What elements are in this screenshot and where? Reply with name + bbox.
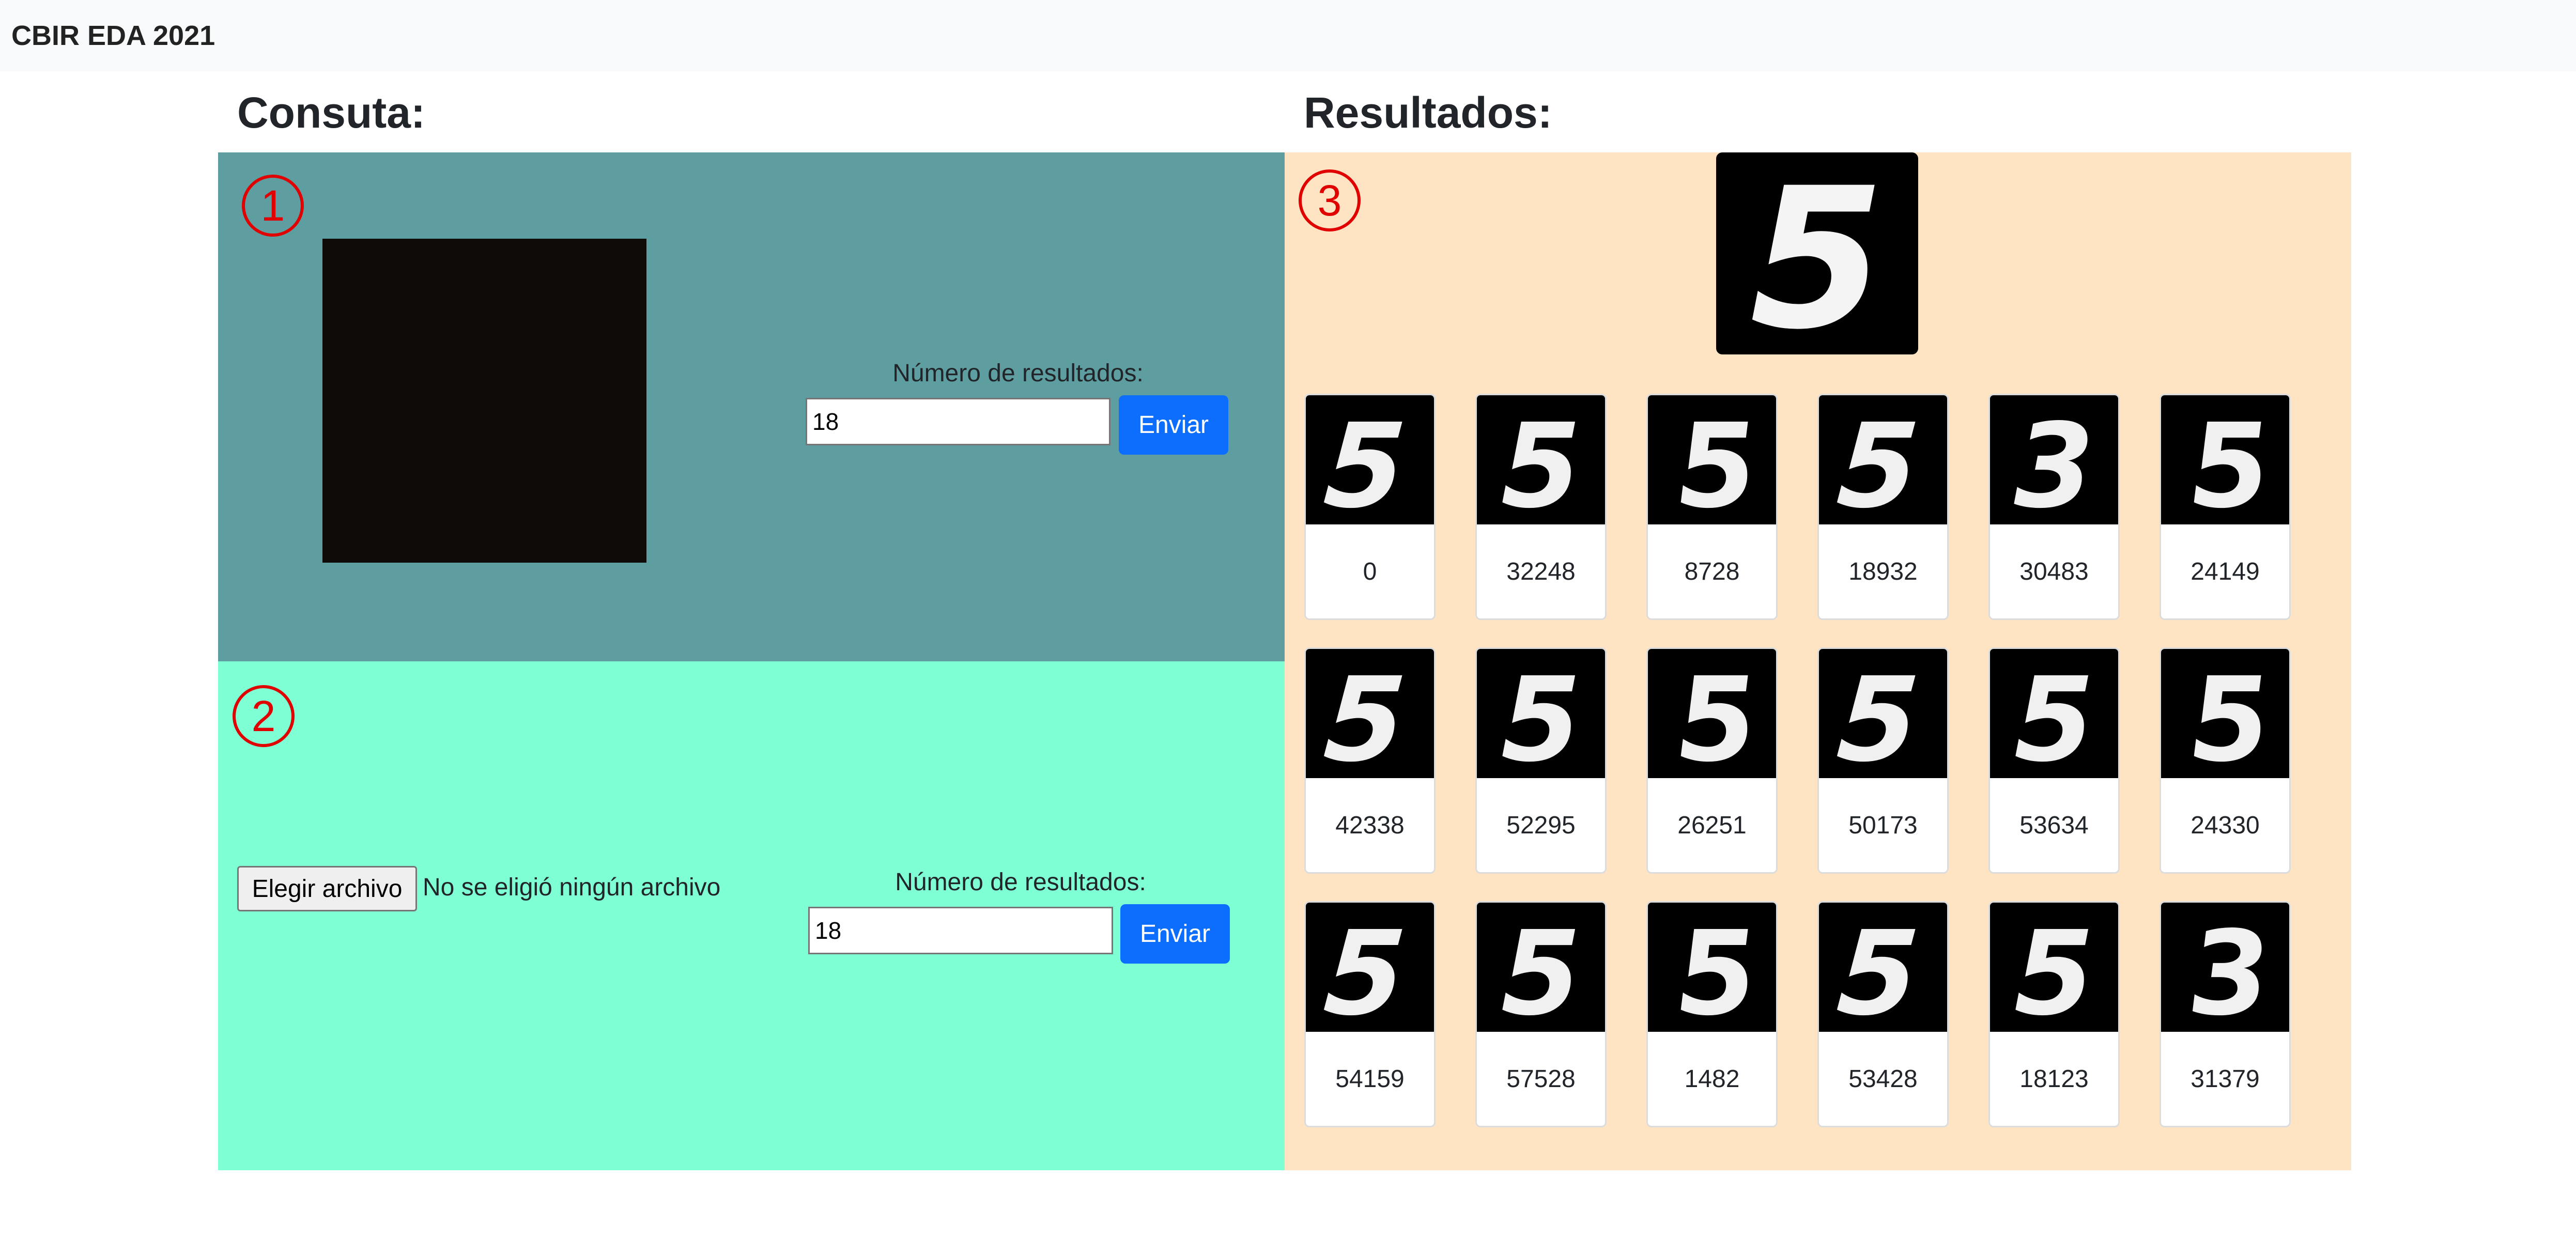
svg-text:5: 5: [2185, 398, 2275, 524]
result-card[interactable]: 5 52295: [1475, 647, 1607, 874]
result-id: 30483: [2019, 557, 2089, 585]
result-card[interactable]: 3 30483: [1988, 394, 2120, 620]
svg-text:5: 5: [1320, 652, 1410, 778]
result-thumbnail: 5: [1819, 649, 1947, 778]
result-thumbnail: 5: [1990, 903, 2118, 1032]
svg-text:5: 5: [1320, 398, 1410, 524]
result-id: 32248: [1506, 557, 1576, 585]
results-heading: Resultados:: [1304, 88, 1552, 137]
query-heading: Consuta:: [237, 88, 425, 137]
result-thumbnail: 5: [1819, 903, 1947, 1032]
result-thumbnail: 5: [1306, 395, 1434, 524]
result-thumbnail: 3: [2161, 903, 2289, 1032]
result-id: 57528: [1506, 1065, 1576, 1093]
svg-text:5: 5: [2014, 906, 2094, 1032]
marker-2: 2: [233, 685, 295, 747]
result-thumbnail: 5: [1990, 649, 2118, 778]
results-count-input[interactable]: [808, 907, 1113, 954]
result-id: 31379: [2191, 1065, 2260, 1093]
file-status-text: No se eligió ningún archivo: [423, 874, 721, 901]
choose-file-button[interactable]: Elegir archivo: [237, 866, 417, 911]
result-card[interactable]: 5 18932: [1817, 394, 1949, 620]
result-id: 42338: [1335, 811, 1405, 839]
svg-text:5: 5: [1672, 652, 1762, 778]
results-count-label: Número de resultados:: [895, 869, 1146, 896]
result-thumbnail: 5: [1306, 903, 1434, 1032]
result-card[interactable]: 5 24330: [2159, 647, 2291, 874]
result-id: 1482: [1684, 1065, 1740, 1093]
result-thumbnail: 5: [1477, 903, 1605, 1032]
results-count-input[interactable]: [806, 398, 1110, 445]
result-id: 26251: [1677, 811, 1747, 839]
result-card[interactable]: 5 57528: [1475, 901, 1607, 1127]
result-thumbnail: 5: [2161, 649, 2289, 778]
send-button[interactable]: Enviar: [1119, 395, 1228, 455]
result-thumbnail: 5: [2161, 395, 2289, 524]
result-id: 0: [1363, 557, 1377, 585]
result-id: 52295: [1506, 811, 1576, 839]
result-id: 18932: [1848, 557, 1918, 585]
svg-text:5: 5: [1833, 906, 1923, 1032]
svg-text:5: 5: [2014, 652, 2094, 778]
result-thumbnail: 5: [1477, 395, 1605, 524]
navbar: CBIR EDA 2021: [0, 0, 2576, 71]
result-id: 18123: [2019, 1065, 2089, 1093]
result-card[interactable]: 5 53428: [1817, 901, 1949, 1127]
result-card[interactable]: 5 26251: [1646, 647, 1778, 874]
query-image: 5: [1716, 152, 1918, 354]
result-card[interactable]: 5 42338: [1304, 647, 1436, 874]
result-card[interactable]: 5 53634: [1988, 647, 2120, 874]
drawing-canvas[interactable]: [322, 239, 646, 563]
svg-text:5: 5: [1672, 398, 1762, 524]
result-thumbnail: 3: [1990, 395, 2118, 524]
result-thumbnail: 5: [1648, 649, 1776, 778]
result-id: 54159: [1335, 1065, 1405, 1093]
result-id: 24330: [2191, 811, 2260, 839]
result-card[interactable]: 5 24149: [2159, 394, 2291, 620]
send-button[interactable]: Enviar: [1120, 904, 1230, 964]
result-thumbnail: 5: [1306, 649, 1434, 778]
navbar-brand[interactable]: CBIR EDA 2021: [11, 20, 215, 52]
result-thumbnail: 5: [1477, 649, 1605, 778]
result-card[interactable]: 5 32248: [1475, 394, 1607, 620]
result-id: 24149: [2191, 557, 2260, 585]
svg-text:5: 5: [1833, 652, 1923, 778]
result-id: 53634: [2019, 811, 2089, 839]
results-count-label: Número de resultados:: [892, 360, 1144, 387]
result-card[interactable]: 5 8728: [1646, 394, 1778, 620]
svg-text:5: 5: [1833, 398, 1923, 524]
svg-text:3: 3: [2185, 906, 2275, 1032]
svg-text:5: 5: [1320, 906, 1410, 1032]
svg-text:5: 5: [1750, 152, 1885, 354]
result-card[interactable]: 5 50173: [1817, 647, 1949, 874]
result-id: 8728: [1684, 557, 1740, 585]
marker-3: 3: [1299, 169, 1361, 231]
svg-text:5: 5: [1501, 652, 1581, 778]
result-thumbnail: 5: [1648, 903, 1776, 1032]
result-card[interactable]: 5 18123: [1988, 901, 2120, 1127]
svg-text:5: 5: [2185, 652, 2275, 778]
result-card[interactable]: 50: [1304, 394, 1436, 620]
result-thumbnail: 5: [1648, 395, 1776, 524]
result-card[interactable]: 5 54159: [1304, 901, 1436, 1127]
svg-text:5: 5: [1501, 906, 1581, 1032]
result-thumbnail: 5: [1819, 395, 1947, 524]
marker-1: 1: [242, 175, 304, 237]
svg-text:3: 3: [2014, 398, 2094, 524]
result-card[interactable]: 3 31379: [2159, 901, 2291, 1127]
result-id: 50173: [1848, 811, 1918, 839]
svg-text:5: 5: [1501, 398, 1581, 524]
svg-text:5: 5: [1672, 906, 1762, 1032]
result-id: 53428: [1848, 1065, 1918, 1093]
result-card[interactable]: 5 1482: [1646, 901, 1778, 1127]
